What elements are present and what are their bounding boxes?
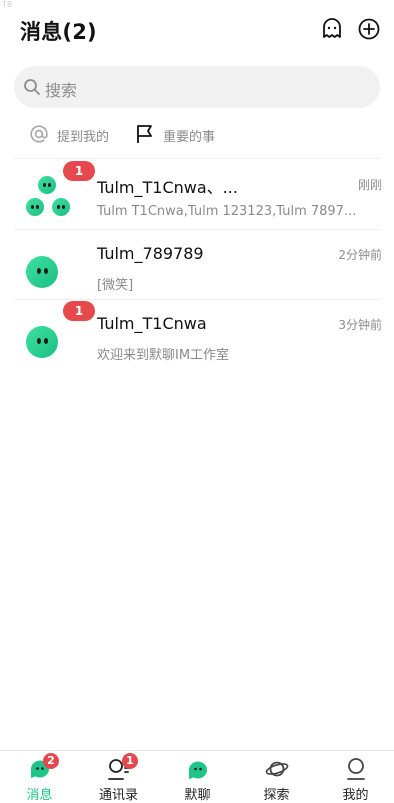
tab-label: 默聊 (184, 788, 211, 803)
bot-avatar (22, 312, 70, 358)
tab-chat-bot[interactable]: 默聊 (158, 751, 237, 803)
quick-link-label: 重要的事 (163, 130, 216, 145)
tab-badge: 2 (43, 753, 59, 769)
divider (14, 158, 380, 159)
at-icon (30, 125, 48, 143)
ghost-bot-icon[interactable] (320, 17, 344, 41)
bot-face-icon (38, 176, 56, 194)
search-placeholder: 搜索 (45, 81, 78, 100)
conversation-time: 2分钟前 (338, 248, 382, 262)
tab-label: 通讯录 (98, 788, 138, 803)
conversation-name: Tulm_T1Cnwa (97, 314, 207, 333)
tab-profile[interactable]: 我的 (316, 751, 394, 803)
bottom-tab-bar: 2 消息 1 通讯录 默聊 探索 我的 (0, 750, 394, 803)
unread-badge: 1 (63, 301, 95, 321)
unread-badge: 1 (63, 161, 95, 181)
conversation-preview: [微笑] (97, 278, 134, 293)
flag-icon (137, 125, 152, 143)
bot-face-icon (52, 198, 70, 216)
quick-link-label: 提到我的 (57, 130, 110, 145)
conversation-preview: Tulm T1Cnwa,Tulm 123123,Tulm 7897... (97, 204, 357, 219)
tab-label: 我的 (342, 788, 369, 803)
group-avatar (22, 172, 70, 218)
tab-label: 消息 (26, 788, 53, 803)
bot-face-icon (26, 256, 58, 288)
conversation-time: 刚刚 (357, 178, 382, 192)
conversation-item[interactable]: 1 Tulm_T1Cnwa 3分钟前 欢迎来到默聊IM工作室 (0, 300, 394, 370)
add-circle-icon[interactable] (357, 17, 381, 41)
tab-badge: 1 (122, 753, 138, 769)
conversation-item[interactable]: 1 Tulm_T1Cnwa、... 刚刚 Tulm T1Cnwa,Tulm 12… (0, 160, 394, 230)
bot-face-icon (26, 326, 58, 358)
tab-contacts[interactable]: 1 通讯录 (79, 751, 158, 803)
bot-face-icon (26, 198, 44, 216)
conversation-time: 3分钟前 (338, 318, 382, 332)
planet-icon (265, 757, 289, 781)
search-icon (24, 79, 40, 95)
tab-label: 探索 (263, 788, 290, 803)
conversation-item[interactable]: Tulm_789789 2分钟前 [微笑] (0, 230, 394, 300)
bot-avatar (22, 242, 70, 288)
tab-messages[interactable]: 2 消息 (0, 751, 79, 803)
header: 消息(2) (0, 0, 394, 60)
conversation-preview: 欢迎来到默聊IM工作室 (97, 348, 230, 363)
conversation-name: Tulm_T1Cnwa、... (97, 178, 238, 197)
conversation-name: Tulm_789789 (97, 244, 204, 263)
tab-explore[interactable]: 探索 (237, 751, 316, 803)
search-input[interactable]: 搜索 (14, 66, 380, 108)
bot-icon (186, 757, 210, 781)
page-title: 消息(2) (20, 20, 97, 44)
profile-icon (344, 757, 368, 781)
